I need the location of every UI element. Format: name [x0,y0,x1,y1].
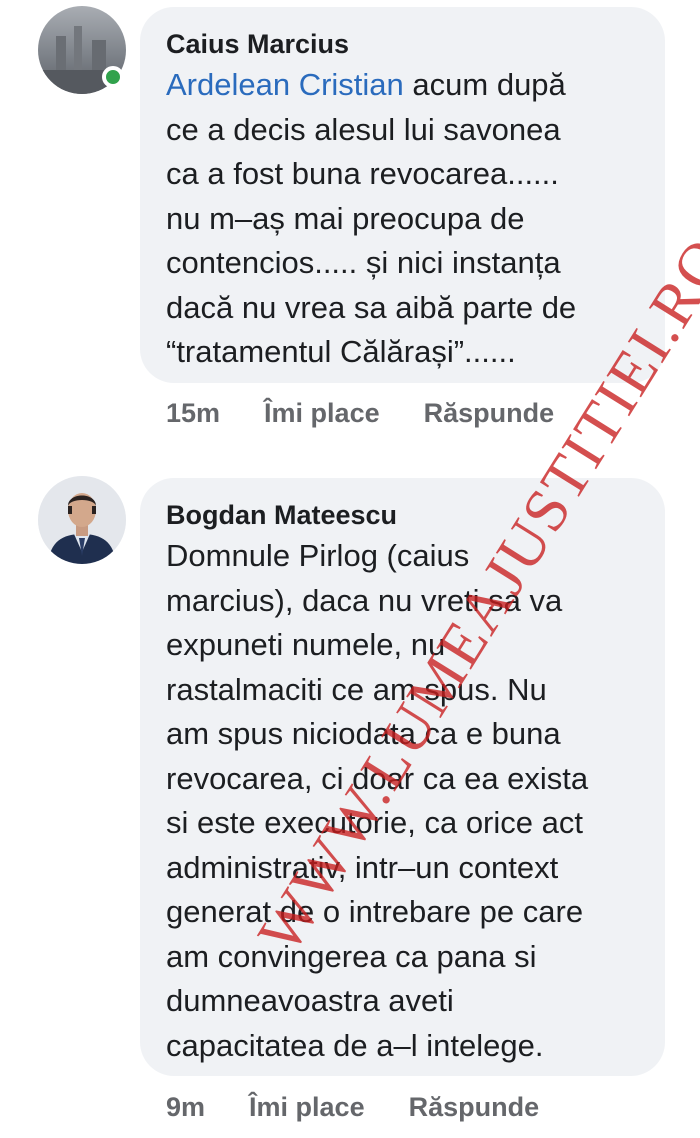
mention-link[interactable]: Ardelean Cristian [166,67,404,102]
comment-actions: 15m Îmi place Răspunde [166,398,554,429]
reply-button[interactable]: Răspunde [409,1092,540,1123]
comment-text-line: am spus niciodata ca e buna [166,716,561,751]
comment-text-line: capacitatea de a–l intelege. [166,1027,544,1063]
comment-text-line: “tratamentul Călărași”...... [166,334,516,369]
comment-actions: 9m Îmi place Răspunde [166,1092,539,1123]
comment-text-line: marcius), daca nu vreti sa va [166,582,563,618]
comment-text-line: rastalmaciti ce am spus. Nu [166,671,547,707]
like-button[interactable]: Îmi place [249,1092,365,1123]
comment-text-line: ca a fost buna revocarea...... [166,156,559,191]
comment-text-line: generat de o intrebare pe care [166,894,584,929]
avatar-bogdan-mateescu[interactable] [38,476,126,564]
comment-text-line: nu m–aș mai preocupa de [166,200,525,236]
comment-text-line: ce a decis alesul lui savonea [166,111,561,147]
comment-text: Domnule Pirlog (caius marcius), daca nu v… [166,534,639,1068]
comment-author[interactable]: Bogdan Mateescu [166,500,639,530]
comment-bubble: Caius Marcius Ardelean Cristian acum dup… [140,7,665,383]
comment-bubble: Bogdan Mateescu Domnule Pirlog (caius mar… [140,478,665,1076]
comment-text-line: si este executorie, ca orice act [166,805,583,840]
comment-timestamp[interactable]: 9m [166,1092,205,1123]
comment-text-line: expuneti numele, nu [166,627,446,662]
comment-text: Ardelean Cristian acum după ce a decis al… [166,63,639,375]
comment-text-line: dacă nu vrea sa aibă parte de [166,289,577,325]
comment-text-line: dumneavoastra aveti [166,983,454,1018]
comment-text-line: acum după [403,67,566,102]
comment-timestamp[interactable]: 15m [166,398,220,429]
reply-button[interactable]: Răspunde [424,398,555,429]
comment-text-line: administrativ, intr–un context [166,849,559,885]
like-button[interactable]: Îmi place [264,398,380,429]
avatar-image [38,476,126,564]
comment-author[interactable]: Caius Marcius [166,29,639,59]
online-status-indicator [102,66,124,88]
comment-text-line: am convingerea ca pana si [166,938,537,974]
comment-text-line: contencios..... și nici instanța [166,245,561,280]
comment-text-line: revocarea, ci doar ca ea exista [166,760,589,796]
comment-text-line: Domnule Pirlog (caius [166,538,470,573]
